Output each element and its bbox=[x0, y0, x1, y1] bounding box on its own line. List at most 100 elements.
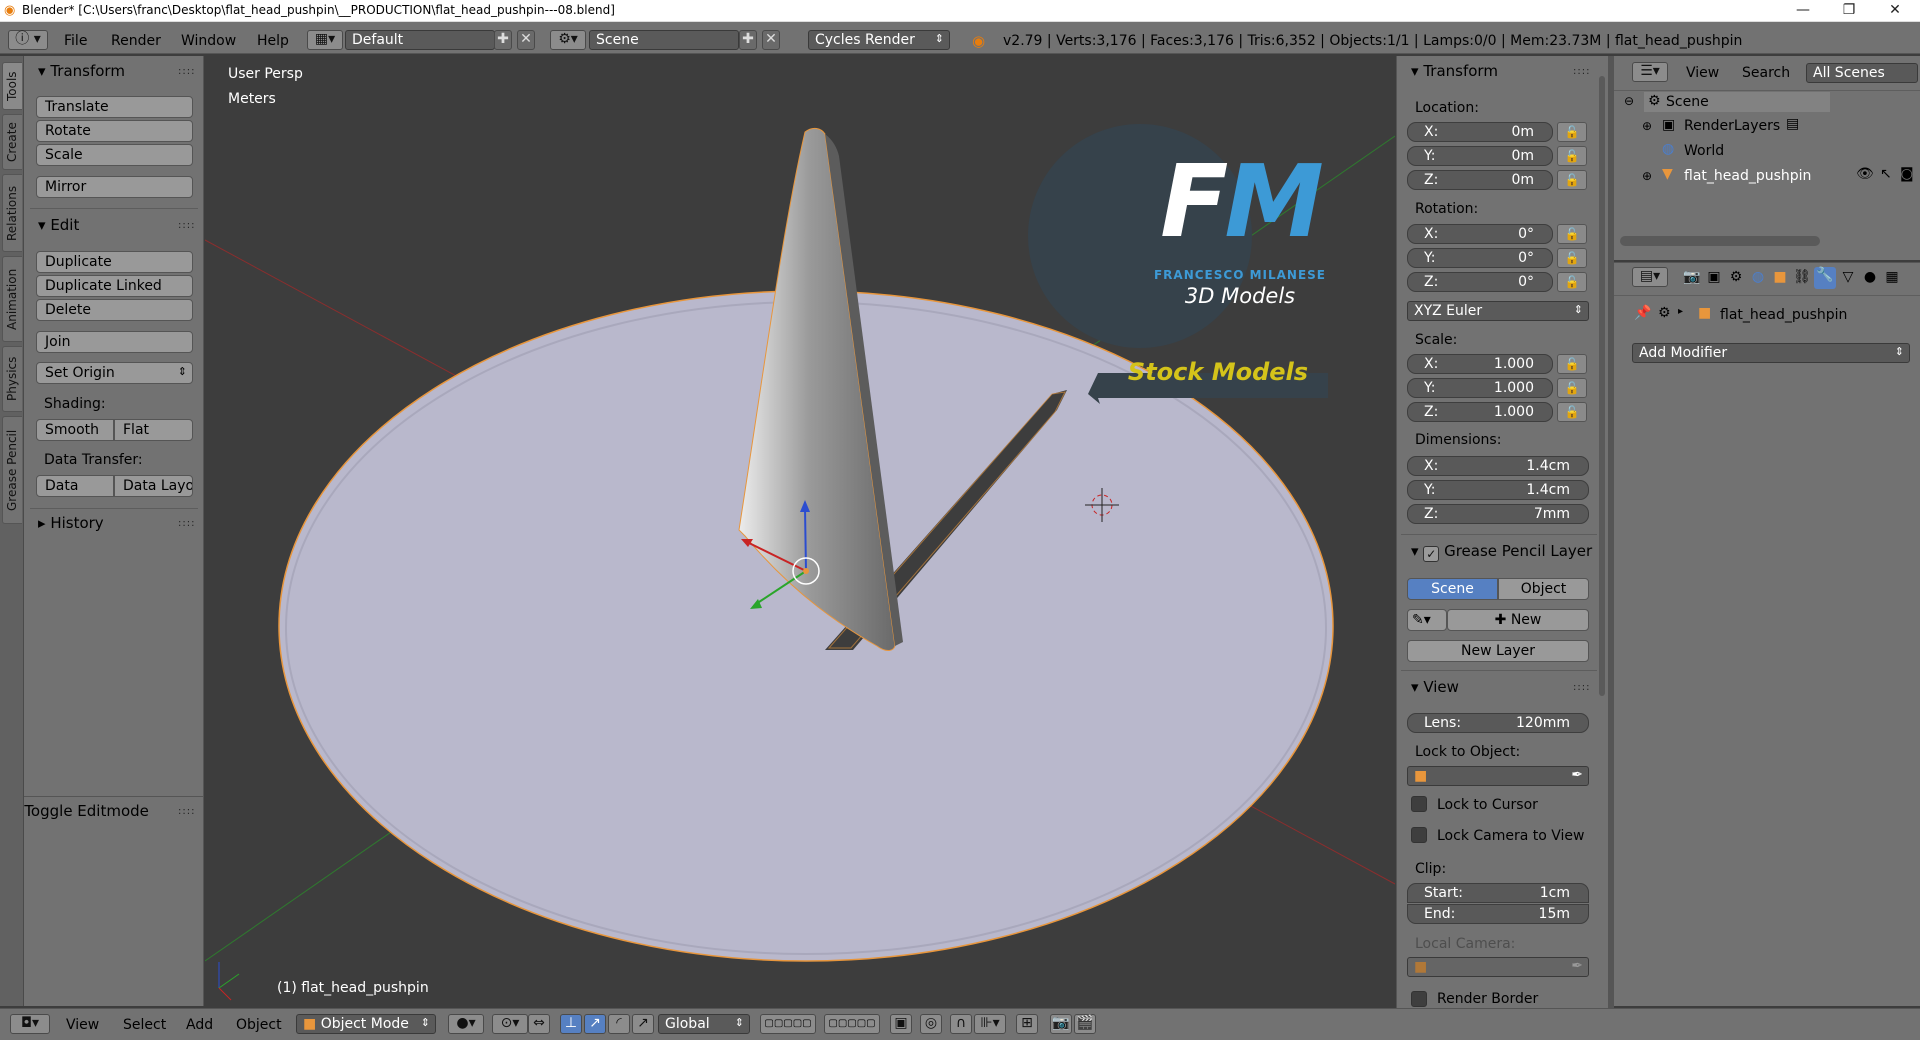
location-y-field[interactable]: Y: 0m bbox=[1407, 146, 1553, 166]
scale-manipulator-icon[interactable]: ↗ bbox=[632, 1014, 654, 1034]
render-camera-icon[interactable]: 📷 bbox=[1050, 1014, 1072, 1034]
layout-field[interactable]: Default bbox=[345, 30, 495, 50]
maximize-button[interactable]: ❐ bbox=[1826, 0, 1872, 22]
toggle-editmode-header[interactable]: ▾ Toggle Editmode bbox=[12, 802, 149, 820]
grease-scene-toggle[interactable]: Scene bbox=[1407, 578, 1498, 600]
lock-icon[interactable]: 🔓 bbox=[1557, 378, 1587, 398]
rotation-x-field[interactable]: X: 0° bbox=[1407, 224, 1553, 244]
scene-icon[interactable]: ⚙▾ bbox=[550, 30, 586, 50]
rotate-manipulator-icon[interactable]: ◜ bbox=[608, 1014, 630, 1034]
drag-handle-icon[interactable]: :::: bbox=[178, 806, 195, 817]
grease-pencil-header[interactable]: ▾ ✓ Grease Pencil Layer bbox=[1411, 542, 1592, 562]
menu-view[interactable]: View bbox=[66, 1017, 99, 1033]
clip-start-field[interactable]: Start: 1cm bbox=[1407, 883, 1589, 903]
lock-object-field[interactable]: ■ ✒ bbox=[1407, 766, 1589, 786]
outliner-item-world[interactable]: World bbox=[1684, 143, 1724, 159]
scene-field[interactable]: Scene bbox=[589, 30, 739, 50]
menu-object[interactable]: Object bbox=[236, 1017, 282, 1033]
remove-scene-icon[interactable]: ✕ bbox=[762, 30, 780, 50]
history-panel-header[interactable]: ▸ History bbox=[38, 514, 104, 532]
lock-camera-checkbox[interactable] bbox=[1411, 827, 1427, 843]
object-tab-icon[interactable]: ■ bbox=[1770, 269, 1790, 285]
selectable-cursor-icon[interactable]: ↖ bbox=[1880, 166, 1892, 182]
remove-layout-icon[interactable]: ✕ bbox=[517, 30, 535, 50]
add-modifier-select[interactable]: Add Modifier ⇕ bbox=[1632, 343, 1910, 363]
menu-add[interactable]: Add bbox=[186, 1017, 213, 1033]
rotate-button[interactable]: Rotate bbox=[36, 120, 193, 142]
snap-toggle-icon[interactable]: ∩ bbox=[950, 1014, 972, 1034]
delete-button[interactable]: Delete bbox=[36, 299, 193, 321]
minimize-button[interactable]: — bbox=[1780, 0, 1826, 22]
manipulator-toggle-icon[interactable]: ⊥ bbox=[560, 1014, 582, 1034]
join-button[interactable]: Join bbox=[36, 331, 193, 353]
lens-field[interactable]: Lens: 120mm bbox=[1407, 713, 1589, 733]
render-engine-select[interactable]: Cycles Render ⇕ bbox=[808, 30, 950, 50]
menu-render[interactable]: Render bbox=[111, 33, 161, 49]
visibility-eye-icon[interactable]: 👁 bbox=[1856, 166, 1874, 182]
snap-element-icon[interactable]: ⊪▾ bbox=[974, 1014, 1006, 1034]
lock-icon[interactable]: 🔓 bbox=[1557, 146, 1587, 166]
add-layout-icon[interactable]: ✚ bbox=[494, 30, 512, 50]
viewport-shading-icon[interactable]: ●▾ bbox=[448, 1014, 484, 1034]
lock-icon[interactable]: 🔓 bbox=[1557, 122, 1587, 142]
lock-icon[interactable]: 🔓 bbox=[1557, 248, 1587, 268]
rotation-y-field[interactable]: Y: 0° bbox=[1407, 248, 1553, 268]
data-tab-icon[interactable]: ▽ bbox=[1838, 269, 1858, 285]
menu-select[interactable]: Select bbox=[123, 1017, 166, 1033]
render-border-checkbox[interactable] bbox=[1411, 991, 1427, 1007]
editor-type-info-icon[interactable]: ⓘ ▾ bbox=[8, 30, 48, 50]
translate-button[interactable]: Translate bbox=[36, 96, 193, 118]
drag-handle-icon[interactable]: :::: bbox=[1573, 66, 1590, 77]
tab-physics[interactable]: Physics bbox=[2, 346, 22, 412]
set-origin-select[interactable]: Set Origin ⇕ bbox=[36, 362, 193, 384]
location-z-field[interactable]: Z: 0m bbox=[1407, 170, 1553, 190]
render-tab-icon[interactable]: 📷 bbox=[1682, 269, 1702, 285]
smooth-shading-button[interactable]: Smooth bbox=[36, 419, 114, 441]
grease-object-toggle[interactable]: Object bbox=[1498, 578, 1589, 600]
eyedropper-icon[interactable]: ✒ bbox=[1571, 958, 1583, 974]
scene-tab-icon[interactable]: ⚙ bbox=[1726, 269, 1746, 285]
lock-layers-icon[interactable]: ▣ bbox=[890, 1014, 912, 1034]
menu-window[interactable]: Window bbox=[181, 33, 236, 49]
lock-icon[interactable]: 🔓 bbox=[1557, 224, 1587, 244]
scale-button[interactable]: Scale bbox=[36, 144, 193, 166]
constraints-tab-icon[interactable]: ⛓ bbox=[1792, 269, 1812, 285]
tab-relations[interactable]: Relations bbox=[2, 174, 22, 252]
n-transform-header[interactable]: ▾ Transform bbox=[1411, 62, 1498, 80]
drag-handle-icon[interactable]: :::: bbox=[1573, 682, 1590, 693]
lock-icon[interactable]: 🔓 bbox=[1557, 170, 1587, 190]
drag-handle-icon[interactable]: :::: bbox=[178, 220, 195, 231]
manipulate-center-icon[interactable]: ⇔ bbox=[528, 1014, 550, 1034]
render-animation-icon[interactable]: 🎬 bbox=[1074, 1014, 1096, 1034]
transform-orientation-select[interactable]: Global ⇕ bbox=[658, 1014, 750, 1034]
world-tab-icon[interactable]: ◍ bbox=[1748, 269, 1768, 285]
expand-icon[interactable]: ⊕ bbox=[1642, 119, 1652, 133]
lock-to-cursor-checkbox[interactable] bbox=[1411, 796, 1427, 812]
dimensions-z-field[interactable]: Z: 7mm bbox=[1407, 504, 1589, 524]
dimensions-y-field[interactable]: Y: 1.4cm bbox=[1407, 480, 1589, 500]
z-gizmo-arrow[interactable] bbox=[804, 507, 807, 572]
duplicate-button[interactable]: Duplicate bbox=[36, 251, 193, 273]
outliner-menu-search[interactable]: Search bbox=[1742, 65, 1790, 81]
render-result-icon[interactable]: ▤ bbox=[1786, 116, 1799, 132]
add-scene-icon[interactable]: ✚ bbox=[739, 30, 757, 50]
menu-help[interactable]: Help bbox=[257, 33, 289, 49]
lock-icon[interactable]: 🔓 bbox=[1557, 402, 1587, 422]
outliner-item-renderlayers[interactable]: RenderLayers bbox=[1684, 118, 1780, 134]
scale-x-field[interactable]: X: 1.000 bbox=[1407, 354, 1553, 374]
modifiers-wrench-icon[interactable]: 🔧 bbox=[1814, 267, 1836, 289]
layers-grid-1[interactable]: ▢▢▢▢▢ bbox=[760, 1014, 816, 1034]
properties-editor-icon[interactable]: ▤▾ bbox=[1632, 267, 1668, 287]
transform-panel-header[interactable]: ▾ Transform bbox=[38, 62, 125, 80]
edit-panel-header[interactable]: ▾ Edit bbox=[38, 216, 79, 234]
tab-create[interactable]: Create bbox=[2, 114, 22, 170]
proportional-edit-icon[interactable]: ◎ bbox=[920, 1014, 942, 1034]
drag-handle-icon[interactable]: :::: bbox=[178, 518, 195, 529]
3d-viewport[interactable]: User Persp Meters FM FRANCESCO MILANESE … bbox=[205, 56, 1395, 1008]
snap-target-icon[interactable]: ⊞ bbox=[1016, 1014, 1038, 1034]
tab-animation[interactable]: Animation bbox=[2, 256, 22, 342]
local-camera-field[interactable]: ■ ✒ bbox=[1407, 957, 1589, 977]
duplicate-linked-button[interactable]: Duplicate Linked bbox=[36, 275, 193, 297]
grease-new-button[interactable]: ✚ New bbox=[1447, 609, 1589, 631]
render-layers-tab-icon[interactable]: ▣ bbox=[1704, 269, 1724, 285]
